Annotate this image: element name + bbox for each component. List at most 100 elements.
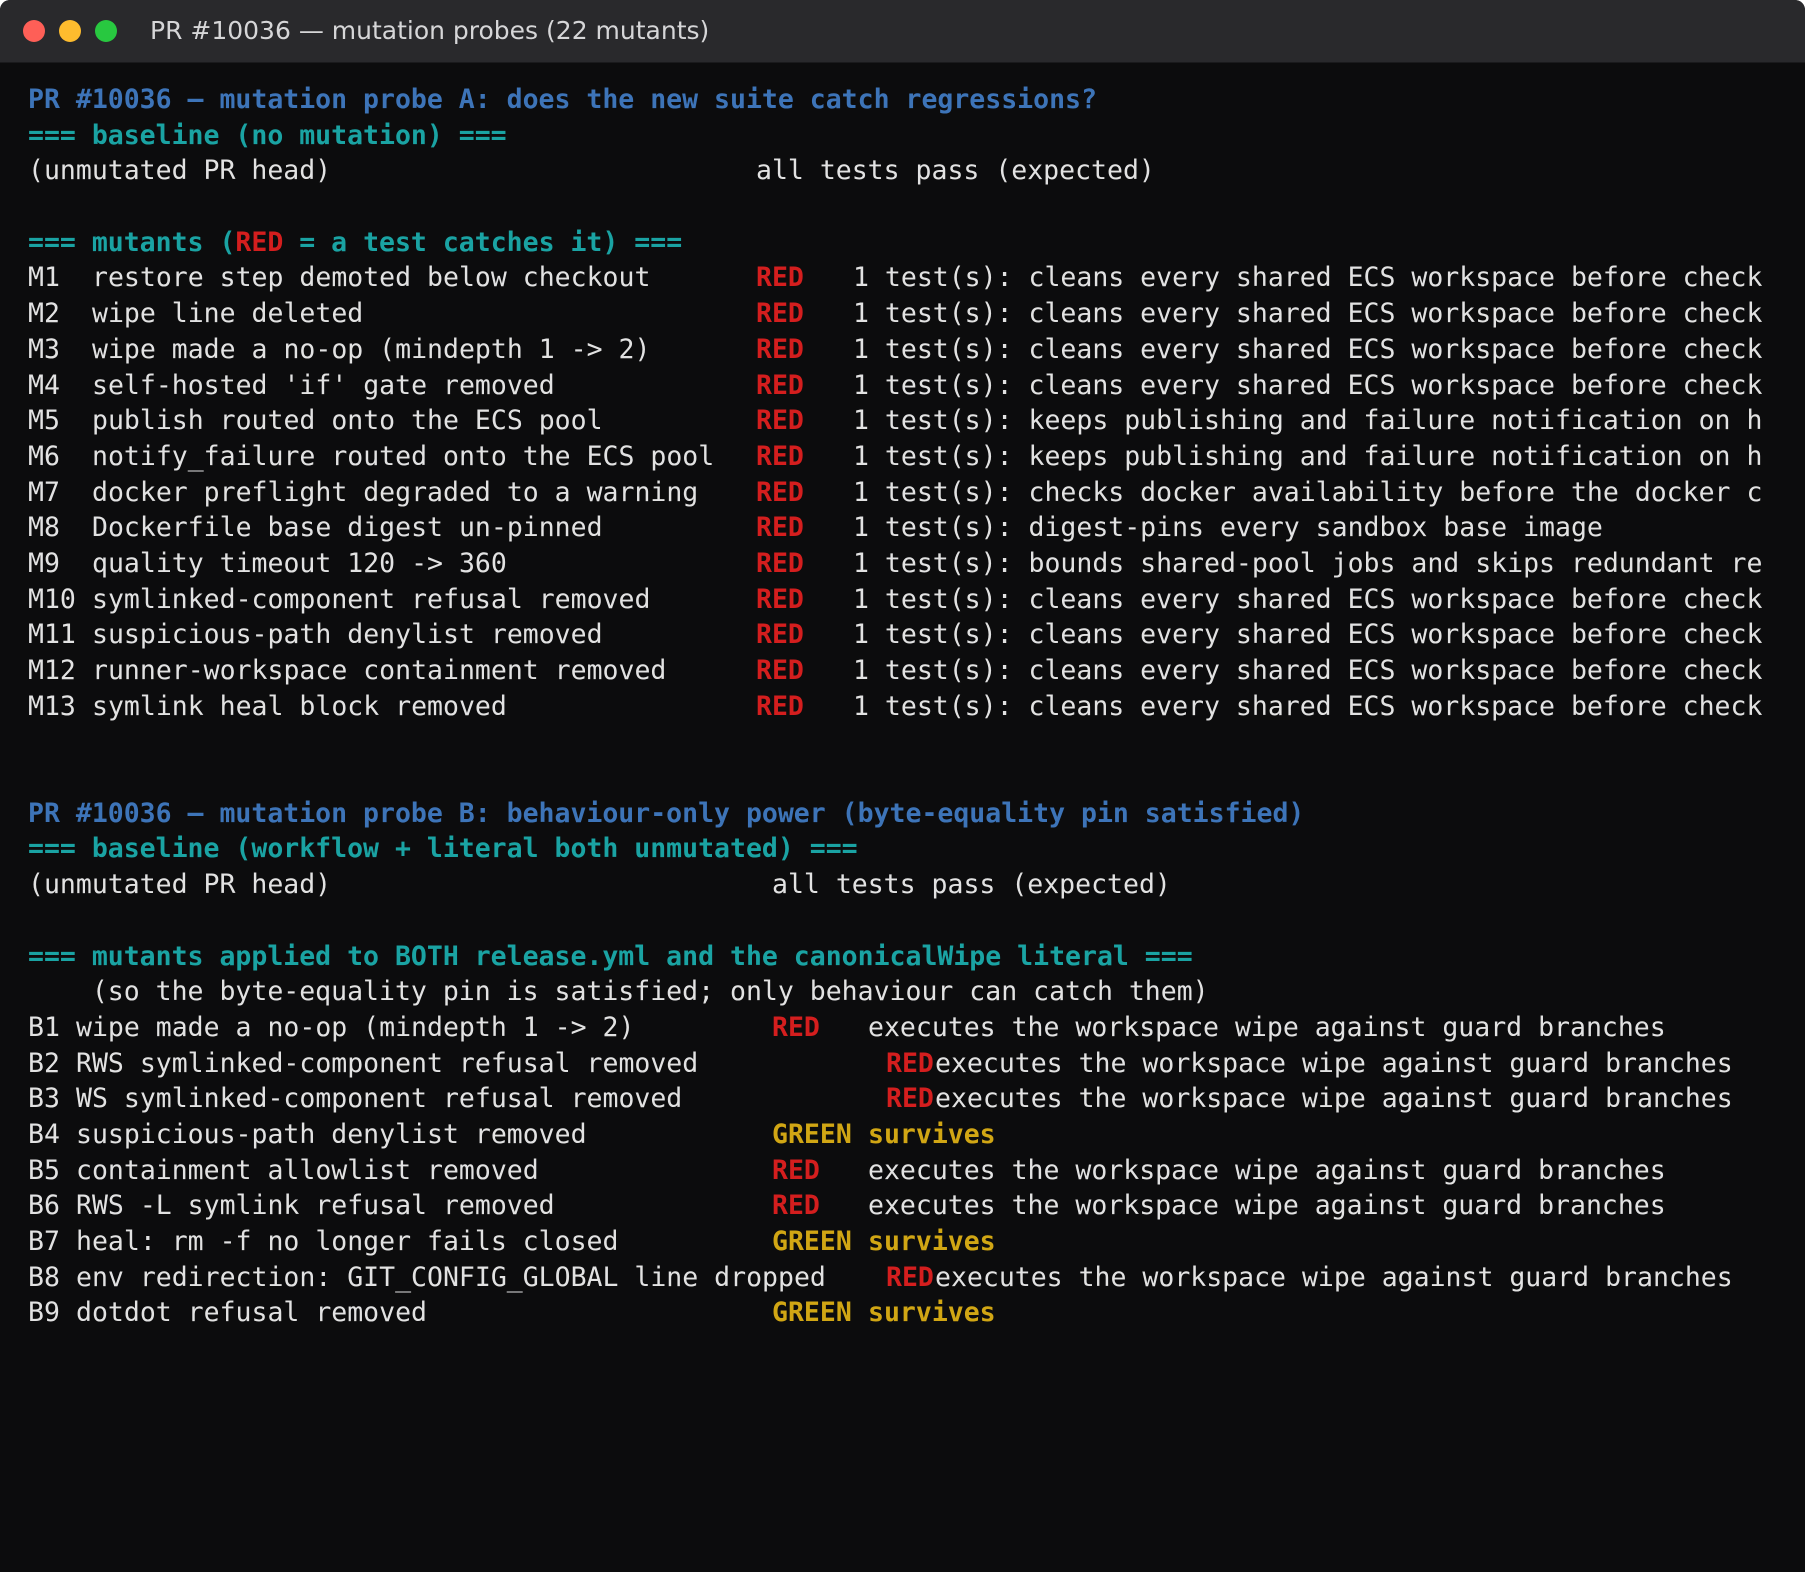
probe-b-title: PR #10036 — mutation probe B: behaviour-… [28, 797, 1305, 829]
mutant-id: B5 [28, 1154, 60, 1186]
status-badge: RED [756, 512, 804, 544]
baseline-result: all tests pass (expected) [756, 155, 1155, 187]
mutant-id: M2 [28, 298, 60, 330]
table-row: B3 WS symlinked-component refusal removed… [28, 1081, 1798, 1117]
mutant-detail: 1 test(s): keeps publishing and failure … [853, 440, 1763, 472]
status-badge: RED [756, 333, 804, 365]
table-row: B2 RWS symlinked-component refusal remove… [28, 1046, 1798, 1082]
mutant-detail: 1 test(s): cleans every shared ECS works… [853, 655, 1763, 686]
mutant-description: runner-workspace containment removed [92, 655, 667, 686]
mutant-id: B7 [28, 1226, 60, 1257]
table-row: M8 Dockerfile base digest un-pinned RED 1 t… [28, 510, 1798, 546]
table-row: M10 symlinked-component refusal removed RE… [28, 582, 1798, 618]
mutant-description: containment allowlist removed [76, 1154, 539, 1186]
table-row: B1 wipe made a no-op (mindepth 1 -> 2) RED… [28, 1010, 1798, 1046]
table-row: M1 restore step demoted below checkout RED… [28, 260, 1798, 296]
mutant-description: self-hosted 'if' gate removed [92, 369, 555, 401]
mutant-description: notify_failure routed onto the ECS pool [92, 440, 715, 472]
status-badge: RED [886, 1083, 934, 1115]
probe-a-title: PR #10036 — mutation probe A: does the n… [28, 84, 1097, 115]
status-badge: RED [756, 262, 804, 294]
mutant-detail: 1 test(s): cleans every shared ECS works… [853, 690, 1763, 722]
mutant-id: B6 [28, 1190, 60, 1222]
table-row: M11 suspicious-path denylist removed RED 1 … [28, 617, 1798, 653]
status-badge: RED [756, 298, 804, 330]
mutant-id: B4 [28, 1118, 60, 1150]
status-badge: GREEN [772, 1226, 852, 1257]
status-badge: RED [772, 1190, 820, 1222]
status-badge: RED [756, 440, 804, 472]
mutant-description: RWS symlinked-component refusal removed [76, 1047, 699, 1079]
status-badge: GREEN [772, 1297, 852, 1329]
table-row: M9 quality timeout 120 -> 360 RED 1 test(s)… [28, 546, 1798, 582]
status-badge: RED [772, 1154, 820, 1186]
maximize-button[interactable] [95, 20, 117, 42]
mutant-description: env redirection: GIT_CONFIG_GLOBAL line … [76, 1261, 826, 1293]
window-title: PR #10036 — mutation probes (22 mutants) [150, 16, 710, 45]
mutant-description: wipe made a no-op (mindepth 1 -> 2) [92, 333, 651, 365]
mutant-detail: 1 test(s): keeps publishing and failure … [853, 405, 1763, 437]
status-badge: RED [756, 547, 804, 579]
mutant-id: M5 [28, 405, 60, 437]
mutant-detail: executes the workspace wipe against guar… [935, 1261, 1733, 1293]
mutant-detail: 1 test(s): digest-pins every sandbox bas… [853, 512, 1603, 544]
table-row: B7 heal: rm -f no longer fails closed GREE… [28, 1224, 1798, 1260]
probe-b-mutants-header: === mutants applied to BOTH release.yml … [28, 940, 1193, 972]
mutant-detail: 1 test(s): cleans every shared ECS works… [853, 619, 1763, 651]
status-badge: RED [756, 690, 804, 722]
table-row: M6 notify_failure routed onto the ECS poo… [28, 439, 1798, 475]
probe-b-mutants-note: (so the byte-equality pin is satisfied; … [28, 976, 1209, 1008]
baseline-label: (unmutated PR head) [28, 155, 332, 187]
mutant-id: M6 [28, 440, 60, 472]
close-button[interactable] [23, 20, 45, 42]
status-badge: RED [756, 655, 804, 686]
status-badge: RED [756, 405, 804, 437]
mutant-id: M12 [28, 655, 76, 686]
mutant-description: WS symlinked-component refusal removed [76, 1083, 683, 1115]
status-badge: RED [756, 369, 804, 401]
mutant-id: B9 [28, 1297, 60, 1329]
mutant-id: M4 [28, 369, 60, 401]
mutant-id: B1 [28, 1011, 60, 1043]
mutant-description: wipe made a no-op (mindepth 1 -> 2) [76, 1011, 635, 1043]
status-badge: RED [886, 1047, 934, 1079]
mutant-detail: executes the workspace wipe against guar… [868, 1011, 1666, 1043]
mutant-description: restore step demoted below checkout [92, 262, 651, 294]
mutant-detail: executes the workspace wipe against guar… [935, 1047, 1733, 1079]
mutant-detail: 1 test(s): cleans every shared ECS works… [853, 298, 1763, 330]
mutant-description: docker preflight degraded to a warning [92, 476, 699, 508]
probe-a-mutant-list: M1 restore step demoted below checkout RED… [28, 260, 1798, 724]
mutant-id: M3 [28, 333, 60, 365]
table-row: M13 symlink heal block removed RED 1 test(s… [28, 689, 1798, 725]
minimize-button[interactable] [59, 20, 81, 42]
mutant-id: B2 [28, 1047, 60, 1079]
table-row: M5 publish routed onto the ECS pool RED 1 t… [28, 403, 1798, 439]
mutant-description: suspicious-path denylist removed [92, 619, 603, 651]
mutant-id: M8 [28, 512, 60, 544]
mutant-detail: 1 test(s): cleans every shared ECS works… [853, 369, 1763, 401]
mutant-description: symlinked-component refusal removed [92, 583, 651, 615]
mutant-description: RWS -L symlink refusal removed [76, 1190, 555, 1222]
mutant-detail: survives [868, 1118, 996, 1150]
mutant-id: M9 [28, 547, 60, 579]
mutant-id: M7 [28, 476, 60, 508]
terminal-output[interactable]: PR #10036 — mutation probe A: does the n… [28, 82, 1798, 1552]
probe-a-baseline-header: === baseline (no mutation) === [28, 119, 507, 151]
table-row: B5 containment allowlist removed RED execut… [28, 1153, 1798, 1189]
probe-b-baseline-row: (unmutated PR head) all tests pass (expe… [28, 867, 1798, 903]
table-row: B8 env redirection: GIT_CONFIG_GLOBAL lin… [28, 1260, 1798, 1296]
mutant-detail: 1 test(s): cleans every shared ECS works… [853, 262, 1763, 294]
mutant-description: Dockerfile base digest un-pinned [92, 512, 603, 544]
mutant-detail: 1 test(s): bounds shared-pool jobs and s… [853, 547, 1763, 579]
mutant-detail: 1 test(s): cleans every shared ECS works… [853, 333, 1763, 365]
status-badge: RED [772, 1011, 820, 1043]
table-row: M12 runner-workspace containment removed R… [28, 653, 1798, 689]
baseline-result: all tests pass (expected) [772, 869, 1171, 901]
status-badge: RED [886, 1261, 934, 1293]
status-badge: GREEN [772, 1118, 852, 1150]
probe-a-baseline-row: (unmutated PR head) all tests pass (expe… [28, 153, 1798, 189]
